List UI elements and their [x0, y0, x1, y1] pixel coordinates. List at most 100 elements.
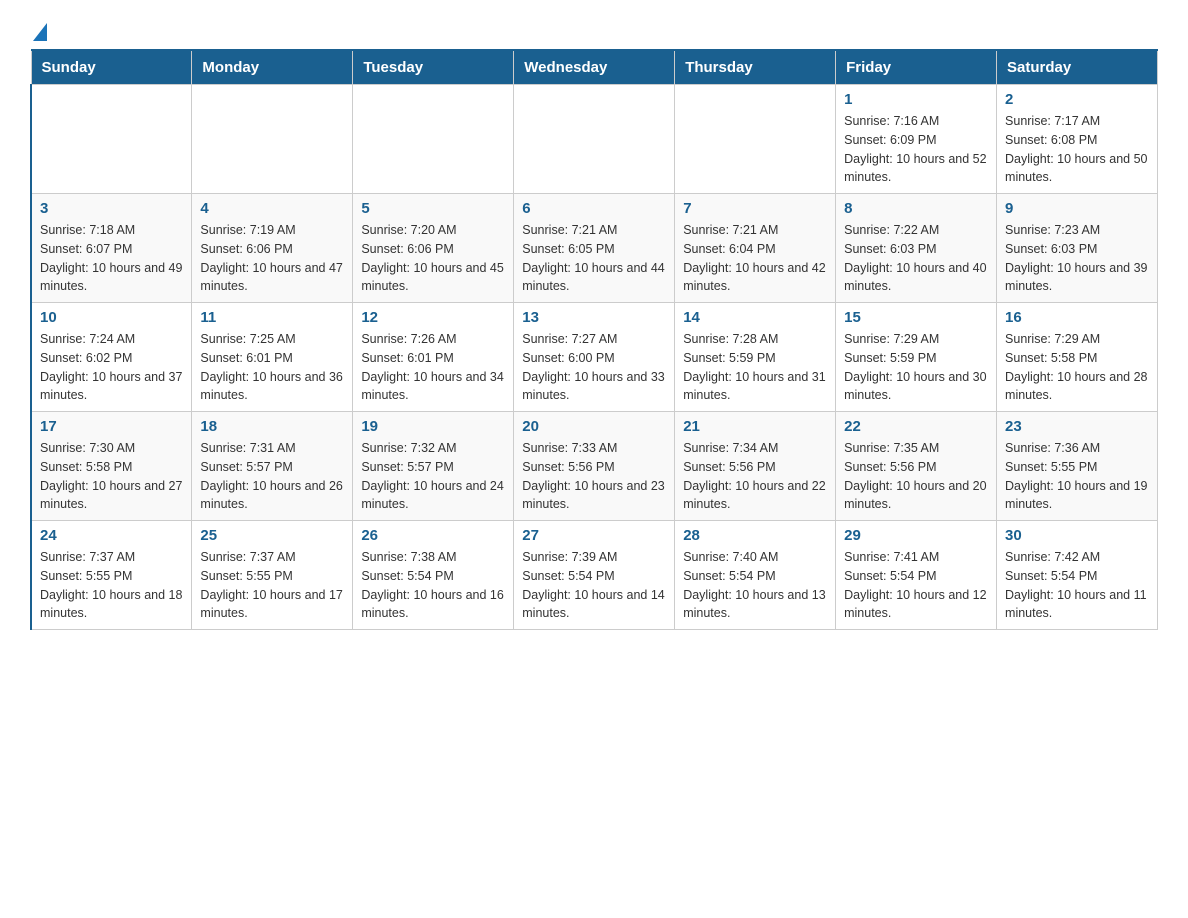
- day-number: 22: [844, 418, 988, 435]
- day-number: 16: [1005, 309, 1149, 326]
- calendar-cell: 1 Sunrise: 7:16 AMSunset: 6:09 PMDaylight…: [836, 85, 997, 194]
- day-number: 17: [40, 418, 183, 435]
- day-number: 11: [200, 309, 344, 326]
- calendar-cell: 2Sunrise: 7:17 AMSunset: 6:08 PMDaylight…: [997, 85, 1158, 194]
- day-info: Sunrise: 7:36 AMSunset: 5:55 PMDaylight:…: [1005, 439, 1149, 514]
- day-info: Sunrise: 7:26 AMSunset: 6:01 PMDaylight:…: [361, 330, 505, 405]
- day-info: Sunrise: 7:39 AMSunset: 5:54 PMDaylight:…: [522, 548, 666, 623]
- calendar-cell: 15 Sunrise: 7:29 AMSunset: 5:59 PMDayligh…: [836, 303, 997, 412]
- day-number: 28: [683, 527, 827, 544]
- calendar-header-row: SundayMondayTuesdayWednesdayThursdayFrid…: [31, 50, 1158, 85]
- calendar-cell: 17 Sunrise: 7:30 AMSunset: 5:58 PMDayligh…: [31, 412, 192, 521]
- calendar-cell: 10 Sunrise: 7:24 AMSunset: 6:02 PMDayligh…: [31, 303, 192, 412]
- page-header: [30, 20, 1158, 39]
- col-header-wednesday: Wednesday: [514, 50, 675, 85]
- day-info: Sunrise: 7:40 AMSunset: 5:54 PMDaylight:…: [683, 548, 827, 623]
- day-info: Sunrise: 7:31 AMSunset: 5:57 PMDaylight:…: [200, 439, 344, 514]
- day-number: 12: [361, 309, 505, 326]
- day-info: Sunrise: 7:22 AMSunset: 6:03 PMDaylight:…: [844, 221, 988, 296]
- day-info: Sunrise: 7:23 AMSunset: 6:03 PMDaylight:…: [1005, 221, 1149, 296]
- day-info: Sunrise: 7:18 AMSunset: 6:07 PMDaylight:…: [40, 221, 183, 296]
- calendar-cell: 22 Sunrise: 7:35 AMSunset: 5:56 PMDayligh…: [836, 412, 997, 521]
- day-number: 26: [361, 527, 505, 544]
- day-number: 4: [200, 200, 344, 217]
- calendar-cell: 30Sunrise: 7:42 AMSunset: 5:54 PMDayligh…: [997, 521, 1158, 630]
- calendar-cell: [31, 85, 192, 194]
- calendar-cell: 24Sunrise: 7:37 AMSunset: 5:55 PMDayligh…: [31, 521, 192, 630]
- col-header-monday: Monday: [192, 50, 353, 85]
- calendar-cell: 12 Sunrise: 7:26 AMSunset: 6:01 PMDayligh…: [353, 303, 514, 412]
- day-number: 3: [40, 200, 183, 217]
- day-number: 10: [40, 309, 183, 326]
- logo-arrow-icon: [33, 23, 47, 41]
- day-number: 14: [683, 309, 827, 326]
- calendar-cell: [192, 85, 353, 194]
- day-info: Sunrise: 7:37 AMSunset: 5:55 PMDaylight:…: [40, 548, 183, 623]
- calendar-cell: [514, 85, 675, 194]
- calendar-cell: 9Sunrise: 7:23 AMSunset: 6:03 PMDaylight…: [997, 194, 1158, 303]
- day-info: Sunrise: 7:21 AMSunset: 6:05 PMDaylight:…: [522, 221, 666, 296]
- day-number: 30: [1005, 527, 1149, 544]
- col-header-tuesday: Tuesday: [353, 50, 514, 85]
- calendar-cell: 28 Sunrise: 7:40 AMSunset: 5:54 PMDayligh…: [675, 521, 836, 630]
- day-info: Sunrise: 7:38 AMSunset: 5:54 PMDaylight:…: [361, 548, 505, 623]
- calendar-cell: 7Sunrise: 7:21 AMSunset: 6:04 PMDaylight…: [675, 194, 836, 303]
- calendar-cell: 16 Sunrise: 7:29 AMSunset: 5:58 PMDayligh…: [997, 303, 1158, 412]
- day-number: 29: [844, 527, 988, 544]
- day-info: Sunrise: 7:29 AMSunset: 5:58 PMDaylight:…: [1005, 330, 1149, 405]
- col-header-saturday: Saturday: [997, 50, 1158, 85]
- calendar-cell: 11 Sunrise: 7:25 AMSunset: 6:01 PMDayligh…: [192, 303, 353, 412]
- calendar-cell: 8 Sunrise: 7:22 AMSunset: 6:03 PMDaylight…: [836, 194, 997, 303]
- day-number: 20: [522, 418, 666, 435]
- day-info: Sunrise: 7:30 AMSunset: 5:58 PMDaylight:…: [40, 439, 183, 514]
- day-number: 15: [844, 309, 988, 326]
- day-info: Sunrise: 7:29 AMSunset: 5:59 PMDaylight:…: [844, 330, 988, 405]
- calendar-week-2: 3 Sunrise: 7:18 AMSunset: 6:07 PMDaylight…: [31, 194, 1158, 303]
- day-info: Sunrise: 7:33 AMSunset: 5:56 PMDaylight:…: [522, 439, 666, 514]
- calendar-cell: 14 Sunrise: 7:28 AMSunset: 5:59 PMDayligh…: [675, 303, 836, 412]
- calendar-cell: 5 Sunrise: 7:20 AMSunset: 6:06 PMDaylight…: [353, 194, 514, 303]
- calendar-cell: 23 Sunrise: 7:36 AMSunset: 5:55 PMDayligh…: [997, 412, 1158, 521]
- day-info: Sunrise: 7:25 AMSunset: 6:01 PMDaylight:…: [200, 330, 344, 405]
- day-info: Sunrise: 7:37 AMSunset: 5:55 PMDaylight:…: [200, 548, 344, 623]
- day-number: 8: [844, 200, 988, 217]
- day-number: 13: [522, 309, 666, 326]
- day-info: Sunrise: 7:19 AMSunset: 6:06 PMDaylight:…: [200, 221, 344, 296]
- calendar-cell: 4 Sunrise: 7:19 AMSunset: 6:06 PMDaylight…: [192, 194, 353, 303]
- day-number: 5: [361, 200, 505, 217]
- calendar-cell: 21Sunrise: 7:34 AMSunset: 5:56 PMDayligh…: [675, 412, 836, 521]
- calendar-cell: 20 Sunrise: 7:33 AMSunset: 5:56 PMDayligh…: [514, 412, 675, 521]
- day-number: 25: [200, 527, 344, 544]
- day-info: Sunrise: 7:28 AMSunset: 5:59 PMDaylight:…: [683, 330, 827, 405]
- calendar-cell: 3 Sunrise: 7:18 AMSunset: 6:07 PMDaylight…: [31, 194, 192, 303]
- logo: [30, 20, 47, 39]
- day-number: 19: [361, 418, 505, 435]
- day-info: Sunrise: 7:41 AMSunset: 5:54 PMDaylight:…: [844, 548, 988, 623]
- day-info: Sunrise: 7:32 AMSunset: 5:57 PMDaylight:…: [361, 439, 505, 514]
- day-number: 23: [1005, 418, 1149, 435]
- day-info: Sunrise: 7:24 AMSunset: 6:02 PMDaylight:…: [40, 330, 183, 405]
- calendar-week-4: 17 Sunrise: 7:30 AMSunset: 5:58 PMDayligh…: [31, 412, 1158, 521]
- day-number: 7: [683, 200, 827, 217]
- col-header-friday: Friday: [836, 50, 997, 85]
- calendar-cell: 6 Sunrise: 7:21 AMSunset: 6:05 PMDaylight…: [514, 194, 675, 303]
- day-number: 21: [683, 418, 827, 435]
- calendar-cell: 18 Sunrise: 7:31 AMSunset: 5:57 PMDayligh…: [192, 412, 353, 521]
- calendar-cell: 13 Sunrise: 7:27 AMSunset: 6:00 PMDayligh…: [514, 303, 675, 412]
- day-number: 18: [200, 418, 344, 435]
- col-header-thursday: Thursday: [675, 50, 836, 85]
- col-header-sunday: Sunday: [31, 50, 192, 85]
- day-number: 2: [1005, 91, 1149, 108]
- calendar-table: SundayMondayTuesdayWednesdayThursdayFrid…: [30, 49, 1158, 630]
- calendar-week-5: 24Sunrise: 7:37 AMSunset: 5:55 PMDayligh…: [31, 521, 1158, 630]
- day-number: 1: [844, 91, 988, 108]
- day-info: Sunrise: 7:27 AMSunset: 6:00 PMDaylight:…: [522, 330, 666, 405]
- calendar-cell: 26 Sunrise: 7:38 AMSunset: 5:54 PMDayligh…: [353, 521, 514, 630]
- day-info: Sunrise: 7:16 AMSunset: 6:09 PMDaylight:…: [844, 112, 988, 187]
- day-number: 6: [522, 200, 666, 217]
- day-info: Sunrise: 7:20 AMSunset: 6:06 PMDaylight:…: [361, 221, 505, 296]
- calendar-cell: 27Sunrise: 7:39 AMSunset: 5:54 PMDayligh…: [514, 521, 675, 630]
- calendar-week-3: 10 Sunrise: 7:24 AMSunset: 6:02 PMDayligh…: [31, 303, 1158, 412]
- calendar-cell: [353, 85, 514, 194]
- day-info: Sunrise: 7:35 AMSunset: 5:56 PMDaylight:…: [844, 439, 988, 514]
